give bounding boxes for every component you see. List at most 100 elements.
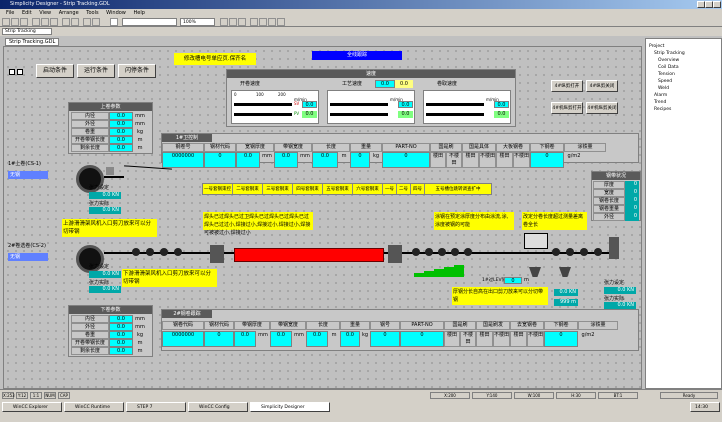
furnace-section [234, 248, 384, 262]
font-combo[interactable] [122, 18, 177, 26]
machine-slitter-open-button[interactable]: 4#机纵剪打开 [551, 102, 583, 114]
tension-right-value1: 0.0 KN [604, 287, 636, 294]
grid-icon[interactable] [92, 18, 100, 26]
td: m [341, 153, 347, 159]
tree-item[interactable]: Coil Data [658, 65, 679, 70]
tree-item[interactable]: Trend [654, 100, 666, 105]
menu-edit[interactable]: Edit [22, 10, 32, 16]
tree-item[interactable]: Strip Tracking [654, 51, 685, 56]
new-icon[interactable] [2, 18, 10, 26]
slitter4-open-button[interactable]: 4#纵剪打开 [551, 80, 583, 92]
taskbar-item[interactable]: WinCC Explorer [2, 402, 62, 412]
weld-label: 五号槽位跳转调查扩中 [435, 187, 481, 192]
ellipse-icon[interactable] [268, 18, 276, 26]
lower-coil-table: 2#钢卷跟踪 钢卷代码 钢材代码 带钢厚度 带钢宽度 长度 重量 钢号 PART… [161, 309, 639, 351]
maximize-button[interactable] [705, 1, 713, 8]
run-condition-button[interactable]: 运行条件 [77, 64, 115, 78]
tree-item[interactable]: Recipes [654, 107, 671, 112]
tree-item[interactable]: Speed [658, 79, 672, 84]
start-condition-button[interactable]: 启动条件 [36, 64, 74, 78]
align-icon[interactable] [83, 18, 91, 26]
strip-status-panel: 钢带状况 厚度 0 宽度 0 钢卷长度 0 钢卷重量 0 外径 0 [591, 171, 641, 221]
zoom-combo[interactable]: 100% [180, 18, 215, 26]
document-tab[interactable]: Strip Tracking.GDL [5, 38, 60, 46]
upper-coil-label: 剩余长度 [71, 144, 109, 152]
line-icon[interactable] [250, 18, 258, 26]
gauge3-value: 0.0 [494, 101, 509, 108]
undo-icon[interactable] [62, 18, 70, 26]
gauge1-sv: SV [294, 101, 300, 106]
tree-item[interactable]: Alarm [654, 93, 667, 98]
bold-icon[interactable] [220, 18, 228, 26]
td: g/m2 [567, 153, 581, 159]
upper-guide-icon [106, 167, 114, 175]
status-ready: Ready [660, 392, 718, 399]
weld-label: 一号套钢束控 [203, 184, 233, 194]
save-icon[interactable] [20, 18, 28, 26]
tree-item[interactable]: Tension [658, 72, 675, 77]
td: 楼田 [444, 331, 460, 347]
rect-icon[interactable] [259, 18, 267, 26]
recoiler-stand-icon [609, 237, 619, 259]
strip-status-value: 0 [625, 205, 639, 213]
taskbar-item[interactable]: WinCC Runtime [64, 402, 124, 412]
th: 钢材代码 [204, 143, 236, 152]
menu-help[interactable]: Help [133, 10, 144, 16]
upper-table-row: 0000000 0 0.0 mm 0.0 mm 0.0 m 0 kg 0 楼田 … [162, 152, 638, 168]
redo-icon[interactable] [71, 18, 79, 26]
menu-file[interactable]: File [6, 10, 14, 16]
menu-window[interactable]: Window [106, 10, 126, 16]
minimize-button[interactable] [697, 1, 705, 8]
open-icon[interactable] [11, 18, 19, 26]
menu-arrange[interactable]: Arrange [59, 10, 79, 16]
td: 楼田 [476, 331, 493, 347]
tree-item[interactable]: Project [649, 44, 664, 49]
status-bar: X:253 Y:12 1:1 NUM CAP X:200 Y:140 W:100… [0, 389, 722, 422]
close-button[interactable] [713, 1, 721, 8]
th: 长度 [312, 143, 350, 152]
coating-bar [414, 273, 424, 277]
paste-icon[interactable] [50, 18, 58, 26]
lower-coil-label: 外径 [71, 323, 109, 331]
strip-status-label: 宽度 [593, 189, 625, 197]
th: 带钢宽度 [270, 321, 306, 330]
upper-coil-row: 卷重 0.0 kg [71, 128, 151, 136]
slitter4-close-button[interactable]: 4#纵剪关闭 [586, 80, 618, 92]
taskbar-item[interactable]: STEP 7 [126, 402, 186, 412]
status-cell: X:200 [430, 392, 470, 399]
text-icon[interactable] [277, 18, 285, 26]
gauge1-tick-0: 0 [234, 92, 237, 97]
italic-icon[interactable] [229, 18, 237, 26]
exit-tension-value: 0.0 KN [554, 289, 578, 296]
menu-view[interactable]: View [39, 10, 51, 16]
roller-icon [174, 248, 182, 256]
upper-coil-label: 卷重 [71, 128, 109, 136]
stop-condition-button[interactable]: 闪停条件 [118, 64, 156, 78]
taskbar-item[interactable]: WinCC Config [188, 402, 248, 412]
speed-gauge-3: m/min 0.0 0.0 [423, 90, 511, 124]
roller-icon [132, 248, 140, 256]
taskbar-item-active[interactable]: Simplicity Designer [250, 402, 330, 412]
layer-combo[interactable]: Strip Tracking [2, 28, 52, 35]
color-icon[interactable] [238, 18, 246, 26]
roller-icon [425, 248, 433, 256]
lower-coil-value: 0.0 [109, 323, 133, 331]
tree-item[interactable]: Weld [658, 86, 669, 91]
weld-label: 二号 [397, 184, 411, 194]
tree-item[interactable]: Overview [658, 58, 679, 63]
upper-coil-value: 0.0 [109, 128, 133, 136]
weld-label: 一号 [383, 184, 397, 194]
line-title: 全线跟踪 [312, 51, 402, 60]
copy-icon[interactable] [41, 18, 49, 26]
td: kg [372, 153, 380, 159]
td: 0 [204, 152, 236, 168]
roller-icon [552, 248, 560, 256]
th: 带钢宽度 [274, 143, 312, 152]
cut-icon[interactable] [32, 18, 40, 26]
machine-slitter-close-button[interactable]: 4#机纵剪关闭 [586, 102, 618, 114]
td: 0.0 [312, 152, 338, 168]
pointer-icon[interactable] [110, 18, 118, 26]
message-exit-shear: 厚钢分长自高在出口剪刀放来可以分切带钢 [452, 287, 548, 305]
menu-tools[interactable]: Tools [86, 10, 98, 16]
coating-level-bars [414, 265, 474, 277]
